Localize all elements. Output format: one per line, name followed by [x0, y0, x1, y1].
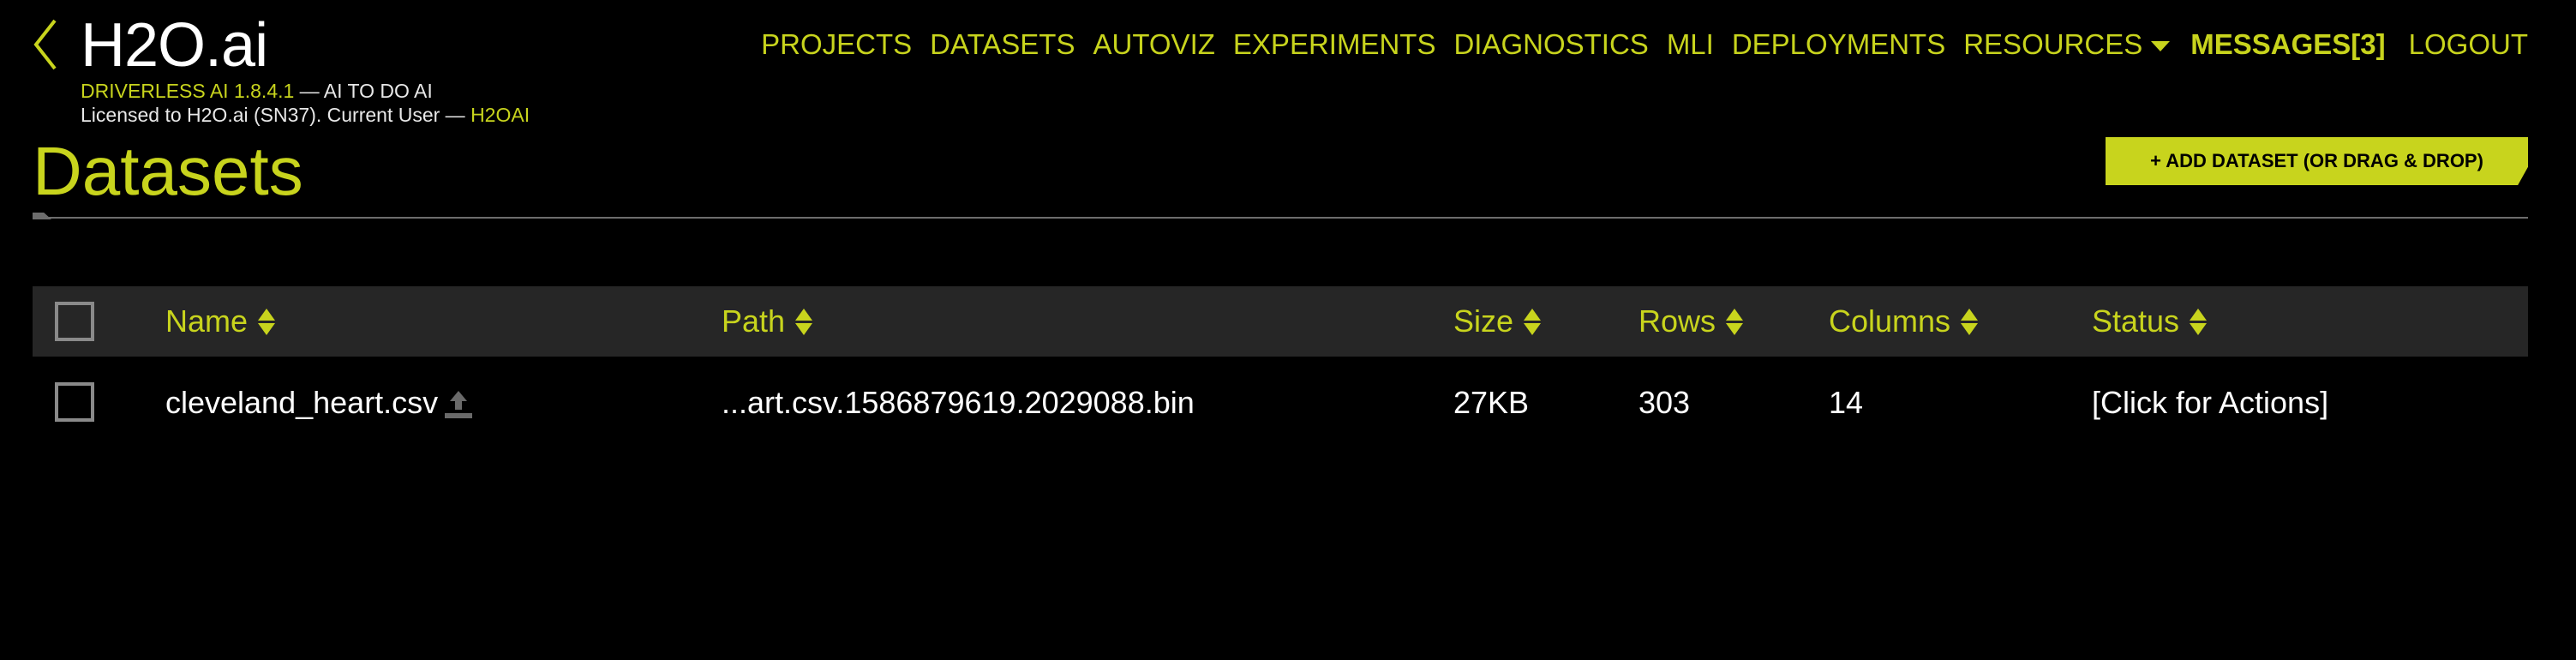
brand-logo[interactable]: H2O.ai: [81, 7, 268, 84]
sort-icon: [2190, 308, 2208, 335]
column-header-columns[interactable]: Columns: [1829, 286, 1979, 357]
sort-icon: [258, 308, 276, 335]
nav-deployments[interactable]: DEPLOYMENTS: [1732, 26, 1945, 63]
back-chevron-icon[interactable]: [29, 17, 60, 72]
product-tagline: — AI TO DO AI: [294, 80, 433, 102]
dataset-path: ...art.csv.1586879619.2029088.bin: [722, 385, 1195, 420]
title-divider: [33, 217, 2528, 219]
column-header-label: Rows: [1638, 303, 1716, 339]
product-version: DRIVERLESS AI 1.8.4.1 — AI TO DO AI: [81, 79, 433, 103]
sort-icon: [1524, 308, 1542, 335]
dataset-name: cleveland_heart.csv: [165, 385, 439, 420]
column-header-label: Path: [722, 303, 786, 339]
license-info: Licensed to H2O.ai (SN37). Current User …: [81, 103, 530, 127]
nav-resources[interactable]: RESOURCES: [1963, 26, 2171, 63]
row-checkbox[interactable]: [55, 382, 94, 422]
sort-icon: [1726, 308, 1744, 335]
column-header-label: Columns: [1829, 303, 1951, 339]
column-header-path[interactable]: Path: [722, 286, 813, 357]
dataset-status-actions[interactable]: [Click for Actions]: [2092, 384, 2328, 422]
column-header-name[interactable]: Name: [165, 286, 276, 357]
select-all-checkbox[interactable]: [55, 302, 94, 341]
sort-icon: [1961, 308, 1979, 335]
dataset-name-cell[interactable]: cleveland_heart.csv: [165, 384, 476, 422]
column-header-size[interactable]: Size: [1453, 286, 1542, 357]
column-header-status[interactable]: Status: [2092, 286, 2208, 357]
nav-resources-label: RESOURCES: [1963, 28, 2143, 60]
product-name: DRIVERLESS AI 1.8.4.1: [81, 80, 295, 102]
sort-icon: [795, 308, 813, 335]
current-user: H2OAI: [470, 104, 530, 126]
top-navigation: PROJECTS DATASETS AUTOVIZ EXPERIMENTS DI…: [743, 26, 2528, 63]
nav-experiments[interactable]: EXPERIMENTS: [1233, 26, 1436, 63]
add-dataset-button[interactable]: + ADD DATASET (OR DRAG & DROP): [2106, 137, 2528, 185]
page-title: Datasets: [33, 133, 303, 209]
column-header-rows[interactable]: Rows: [1638, 286, 1744, 357]
table-header: Name Path Size Rows Columns Status: [33, 286, 2528, 357]
nav-diagnostics[interactable]: DIAGNOSTICS: [1453, 26, 1648, 63]
upload-icon: [445, 391, 473, 419]
column-header-label: Name: [165, 303, 249, 339]
nav-logout[interactable]: LOGOUT: [2409, 26, 2528, 63]
column-header-label: Size: [1453, 303, 1514, 339]
dataset-size: 27KB: [1453, 385, 1530, 420]
nav-datasets[interactable]: DATASETS: [930, 26, 1075, 63]
column-header-label: Status: [2092, 303, 2180, 339]
caret-down-icon: [2151, 41, 2171, 51]
nav-autoviz[interactable]: AUTOVIZ: [1093, 26, 1214, 63]
dataset-rows: 303: [1638, 385, 1691, 420]
dataset-columns: 14: [1829, 385, 1864, 420]
nav-messages[interactable]: MESSAGES[3]: [2190, 26, 2385, 63]
license-text: Licensed to H2O.ai (SN37). Current User …: [81, 104, 471, 126]
nav-projects[interactable]: PROJECTS: [761, 26, 912, 63]
nav-mli[interactable]: MLI: [1667, 26, 1714, 63]
